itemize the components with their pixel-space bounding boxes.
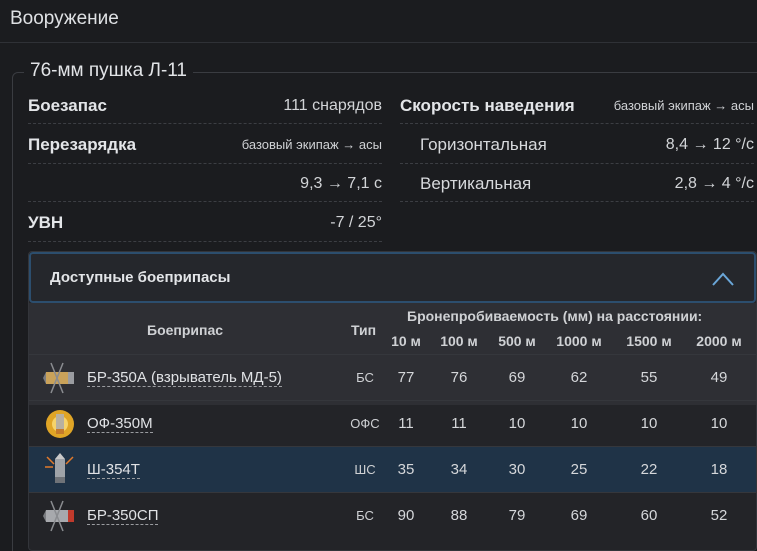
reload-value-row: 9,3 → 7,1 с <box>28 166 382 202</box>
pen-value: 34 <box>450 461 468 478</box>
dist-header-10: 10 м <box>391 333 421 349</box>
ammo-type: БС <box>356 370 374 385</box>
ammo-name-link[interactable]: БР-350А (взрыватель МД-5) <box>87 369 282 387</box>
chevron-up-icon[interactable] <box>712 272 734 286</box>
shrapnel-shell-icon <box>45 453 74 483</box>
pen-value: 18 <box>710 461 728 478</box>
ammo-panel-title: Доступные боеприпасы <box>50 269 231 286</box>
pen-value: 62 <box>570 369 588 386</box>
table-row: Ш-354Т ШС 35 34 30 25 22 18 <box>29 446 756 492</box>
col-ammo-header: Боеприпас <box>147 322 224 338</box>
ammo-name-link[interactable]: ОФ-350М <box>87 415 153 433</box>
uvn-row: УВН -7 / 25° <box>28 204 382 242</box>
table-row: ОФ-350М ОФС 11 11 10 10 10 10 <box>29 400 756 446</box>
ammo-panel: Доступные боеприпасы Боеприпас Тип Броне… <box>28 251 757 551</box>
solid-ap-shell-icon <box>43 500 74 532</box>
vertical-row: Вертикальная 2,8 → 4 °/с <box>400 166 754 202</box>
ammo-name-link[interactable]: Ш-354Т <box>87 461 140 479</box>
aim-speed-note: базовый экипаж → асы <box>613 98 754 113</box>
pen-value: 10 <box>570 415 588 432</box>
ammo-count-label: Боезапас <box>28 95 107 115</box>
pen-value: 11 <box>451 415 467 432</box>
dist-header-100: 100 м <box>440 333 478 349</box>
ammo-count-row: Боезапас 111 снарядов <box>28 88 382 124</box>
pen-value: 88 <box>450 507 468 524</box>
ammo-type: БС <box>356 508 374 523</box>
reload-note: базовый экипаж → асы <box>241 137 382 152</box>
horizontal-label: Горизонтальная <box>420 134 547 154</box>
aim-speed-row: Скорость наведения базовый экипаж → асы <box>400 88 754 124</box>
section-title: Вооружение <box>10 8 119 29</box>
uvn-label: УВН <box>28 212 64 232</box>
vertical-label: Вертикальная <box>420 173 532 193</box>
dist-header-1000: 1000 м <box>556 333 602 349</box>
dist-header-2000: 2000 м <box>696 333 742 349</box>
ammo-type: ШС <box>354 462 376 477</box>
aim-speed-label: Скорость наведения <box>400 95 575 115</box>
pen-value: 49 <box>710 369 728 386</box>
pen-value: 10 <box>508 415 526 432</box>
pen-value: 55 <box>640 369 658 386</box>
pen-value: 22 <box>640 461 658 478</box>
pen-value: 77 <box>397 369 415 386</box>
horizontal-row: Горизонтальная 8,4 → 12 °/с <box>400 126 754 164</box>
pen-value: 25 <box>570 461 588 478</box>
ap-shell-icon <box>43 362 74 394</box>
pen-value: 69 <box>508 369 526 386</box>
col-type-header: Тип <box>351 322 377 338</box>
pen-value: 76 <box>450 369 468 386</box>
ammo-panel-header[interactable]: Доступные боеприпасы <box>29 252 756 303</box>
col-penetration-header: Бронепробиваемость (мм) на расстоянии: <box>407 308 703 324</box>
uvn-value: -7 / 25° <box>330 213 382 231</box>
pen-value: 10 <box>710 415 728 432</box>
ammo-name-link[interactable]: БР-350СП <box>87 507 159 525</box>
vertical-value: 2,8 → 4 °/с <box>674 174 754 192</box>
reload-value: 9,3 → 7,1 с <box>300 174 382 192</box>
table-row: БР-350А (взрыватель МД-5) БС 77 76 69 62… <box>29 354 756 400</box>
pen-value: 30 <box>508 461 526 478</box>
pen-value: 60 <box>640 507 658 524</box>
dist-header-500: 500 м <box>498 333 536 349</box>
table-row: БР-350СП БС 90 88 79 69 60 52 <box>29 492 756 538</box>
pen-value: 79 <box>508 507 526 524</box>
pen-value: 90 <box>397 507 415 524</box>
pen-value: 35 <box>397 461 415 478</box>
horizontal-value: 8,4 → 12 °/с <box>665 135 754 153</box>
dist-header-1500: 1500 м <box>626 333 672 349</box>
pen-value: 11 <box>398 415 414 432</box>
pen-value: 69 <box>570 507 588 524</box>
pen-value: 10 <box>640 415 658 432</box>
gun-name: 76-мм пушка Л-11 <box>24 60 193 82</box>
section-divider <box>0 42 757 43</box>
pen-value: 52 <box>710 507 728 524</box>
reload-row: Перезарядка базовый экипаж → асы <box>28 126 382 164</box>
ammo-type: ОФС <box>350 416 380 431</box>
he-shell-icon <box>46 410 74 438</box>
ammo-count-value: 111 снарядов <box>283 96 382 114</box>
reload-label: Перезарядка <box>28 134 137 154</box>
